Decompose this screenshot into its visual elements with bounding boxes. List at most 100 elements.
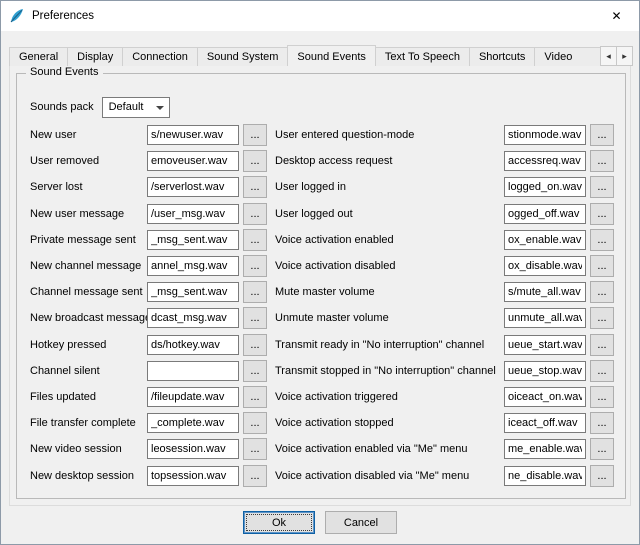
cancel-button[interactable]: Cancel <box>325 511 397 534</box>
event-label: Mute master volume <box>267 286 504 298</box>
close-button[interactable]: ✕ <box>594 1 639 31</box>
event-label: Channel silent <box>30 365 147 377</box>
tab-scroll-control: ◂ ▸ <box>601 46 633 66</box>
sound-file-input[interactable] <box>504 308 586 328</box>
tab-scroll-left-button[interactable]: ◂ <box>600 46 617 66</box>
sound-events-groupbox: Sound Events Sounds pack Default New use… <box>16 73 626 499</box>
chevron-down-icon <box>156 106 164 110</box>
sound-file-input[interactable] <box>147 125 239 145</box>
sound-file-input[interactable] <box>504 466 586 486</box>
preferences-dialog: Preferences ✕ General Display Connection… <box>0 0 640 545</box>
sound-file-input[interactable] <box>147 387 239 407</box>
browse-button[interactable]: ... <box>590 255 614 277</box>
sound-file-input[interactable] <box>147 230 239 250</box>
event-label: User logged in <box>267 181 504 193</box>
sound-event-row: New broadcast message ... Unmute master … <box>30 305 614 331</box>
dialog-buttons: Ok Cancel <box>1 511 639 534</box>
sound-file-input[interactable] <box>147 256 239 276</box>
browse-button[interactable]: ... <box>590 176 614 198</box>
browse-button[interactable]: ... <box>243 150 267 172</box>
browse-button[interactable]: ... <box>243 281 267 303</box>
sound-file-input[interactable] <box>147 413 239 433</box>
window-title: Preferences <box>32 10 94 22</box>
arrow-right-icon: ▸ <box>622 51 627 61</box>
sound-file-input[interactable] <box>504 413 586 433</box>
event-label: Voice activation disabled <box>267 260 504 272</box>
tab-text-to-speech[interactable]: Text To Speech <box>375 47 470 66</box>
sound-file-input[interactable] <box>147 308 239 328</box>
browse-button[interactable]: ... <box>590 203 614 225</box>
browse-button[interactable]: ... <box>243 465 267 487</box>
event-label: Desktop access request <box>267 155 504 167</box>
event-label: Files updated <box>30 391 147 403</box>
sound-file-input[interactable] <box>504 387 586 407</box>
sound-file-input[interactable] <box>147 466 239 486</box>
browse-button[interactable]: ... <box>243 386 267 408</box>
browse-button[interactable]: ... <box>243 124 267 146</box>
browse-button[interactable]: ... <box>243 176 267 198</box>
sounds-pack-label: Sounds pack <box>30 101 94 113</box>
browse-button[interactable]: ... <box>590 281 614 303</box>
event-label: New user message <box>30 208 147 220</box>
close-icon: ✕ <box>611 9 621 23</box>
sound-file-input[interactable] <box>504 439 586 459</box>
browse-button[interactable]: ... <box>590 465 614 487</box>
sounds-pack-dropdown[interactable]: Default <box>102 97 170 118</box>
sound-event-row: New channel message ... Voice activation… <box>30 253 614 279</box>
sound-file-input[interactable] <box>147 204 239 224</box>
sound-file-input[interactable] <box>147 282 239 302</box>
event-label: File transfer complete <box>30 417 147 429</box>
tab-general[interactable]: General <box>9 47 68 66</box>
sound-file-input[interactable] <box>147 439 239 459</box>
tab-sound-system[interactable]: Sound System <box>197 47 289 66</box>
browse-button[interactable]: ... <box>243 229 267 251</box>
browse-button[interactable]: ... <box>590 360 614 382</box>
browse-button[interactable]: ... <box>590 307 614 329</box>
sound-file-input[interactable] <box>147 177 239 197</box>
tab-sound-events[interactable]: Sound Events <box>287 45 376 66</box>
sound-event-row: Private message sent ... Voice activatio… <box>30 227 614 253</box>
browse-button[interactable]: ... <box>243 360 267 382</box>
sound-event-row: New video session ... Voice activation e… <box>30 436 614 462</box>
browse-button[interactable]: ... <box>590 334 614 356</box>
tab-scroll-right-button[interactable]: ▸ <box>616 46 633 66</box>
sound-file-input[interactable] <box>147 151 239 171</box>
tab-video[interactable]: Video <box>534 47 602 66</box>
event-label: Channel message sent <box>30 286 147 298</box>
sound-file-input[interactable] <box>147 335 239 355</box>
sound-file-input[interactable] <box>504 177 586 197</box>
browse-button[interactable]: ... <box>590 412 614 434</box>
sound-file-input[interactable] <box>504 282 586 302</box>
sound-event-row: New desktop session ... Voice activation… <box>30 462 614 488</box>
browse-button[interactable]: ... <box>590 124 614 146</box>
browse-button[interactable]: ... <box>243 255 267 277</box>
browse-button[interactable]: ... <box>243 412 267 434</box>
browse-button[interactable]: ... <box>590 229 614 251</box>
sound-file-input[interactable] <box>504 256 586 276</box>
sound-event-row: Server lost ... User logged in ... <box>30 174 614 200</box>
browse-button[interactable]: ... <box>243 438 267 460</box>
tab-display[interactable]: Display <box>67 47 123 66</box>
browse-button[interactable]: ... <box>590 386 614 408</box>
browse-button[interactable]: ... <box>243 203 267 225</box>
event-label: User entered question-mode <box>267 129 504 141</box>
sound-file-input[interactable] <box>504 335 586 355</box>
sound-file-input[interactable] <box>504 125 586 145</box>
ok-button[interactable]: Ok <box>243 511 315 534</box>
browse-button[interactable]: ... <box>243 334 267 356</box>
sound-file-input[interactable] <box>504 361 586 381</box>
event-label: New broadcast message <box>30 312 147 324</box>
browse-button[interactable]: ... <box>590 438 614 460</box>
event-label: Unmute master volume <box>267 312 504 324</box>
browse-button[interactable]: ... <box>590 150 614 172</box>
sound-file-input[interactable] <box>504 151 586 171</box>
browse-button[interactable]: ... <box>243 307 267 329</box>
event-label: New video session <box>30 443 147 455</box>
tab-connection[interactable]: Connection <box>122 47 198 66</box>
event-label: Hotkey pressed <box>30 339 147 351</box>
sound-file-input[interactable] <box>504 230 586 250</box>
sound-file-input[interactable] <box>504 204 586 224</box>
tab-shortcuts[interactable]: Shortcuts <box>469 47 535 66</box>
sound-file-input[interactable] <box>147 361 239 381</box>
sound-event-row: Hotkey pressed ... Transmit ready in "No… <box>30 332 614 358</box>
